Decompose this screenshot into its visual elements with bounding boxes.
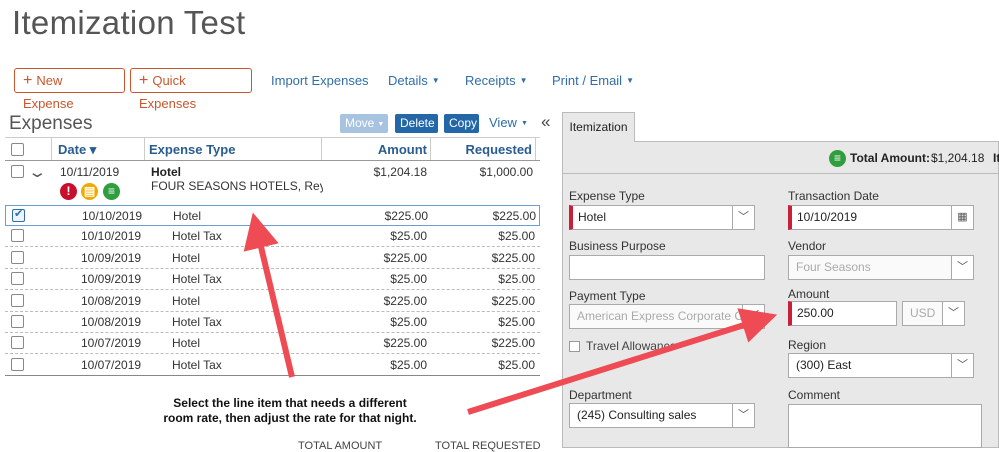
arrow-to-amount-field (467, 308, 778, 415)
tab-itemization[interactable]: Itemization (562, 112, 635, 142)
annotation-arrows (243, 212, 778, 415)
arrow-to-line-item (243, 212, 295, 378)
